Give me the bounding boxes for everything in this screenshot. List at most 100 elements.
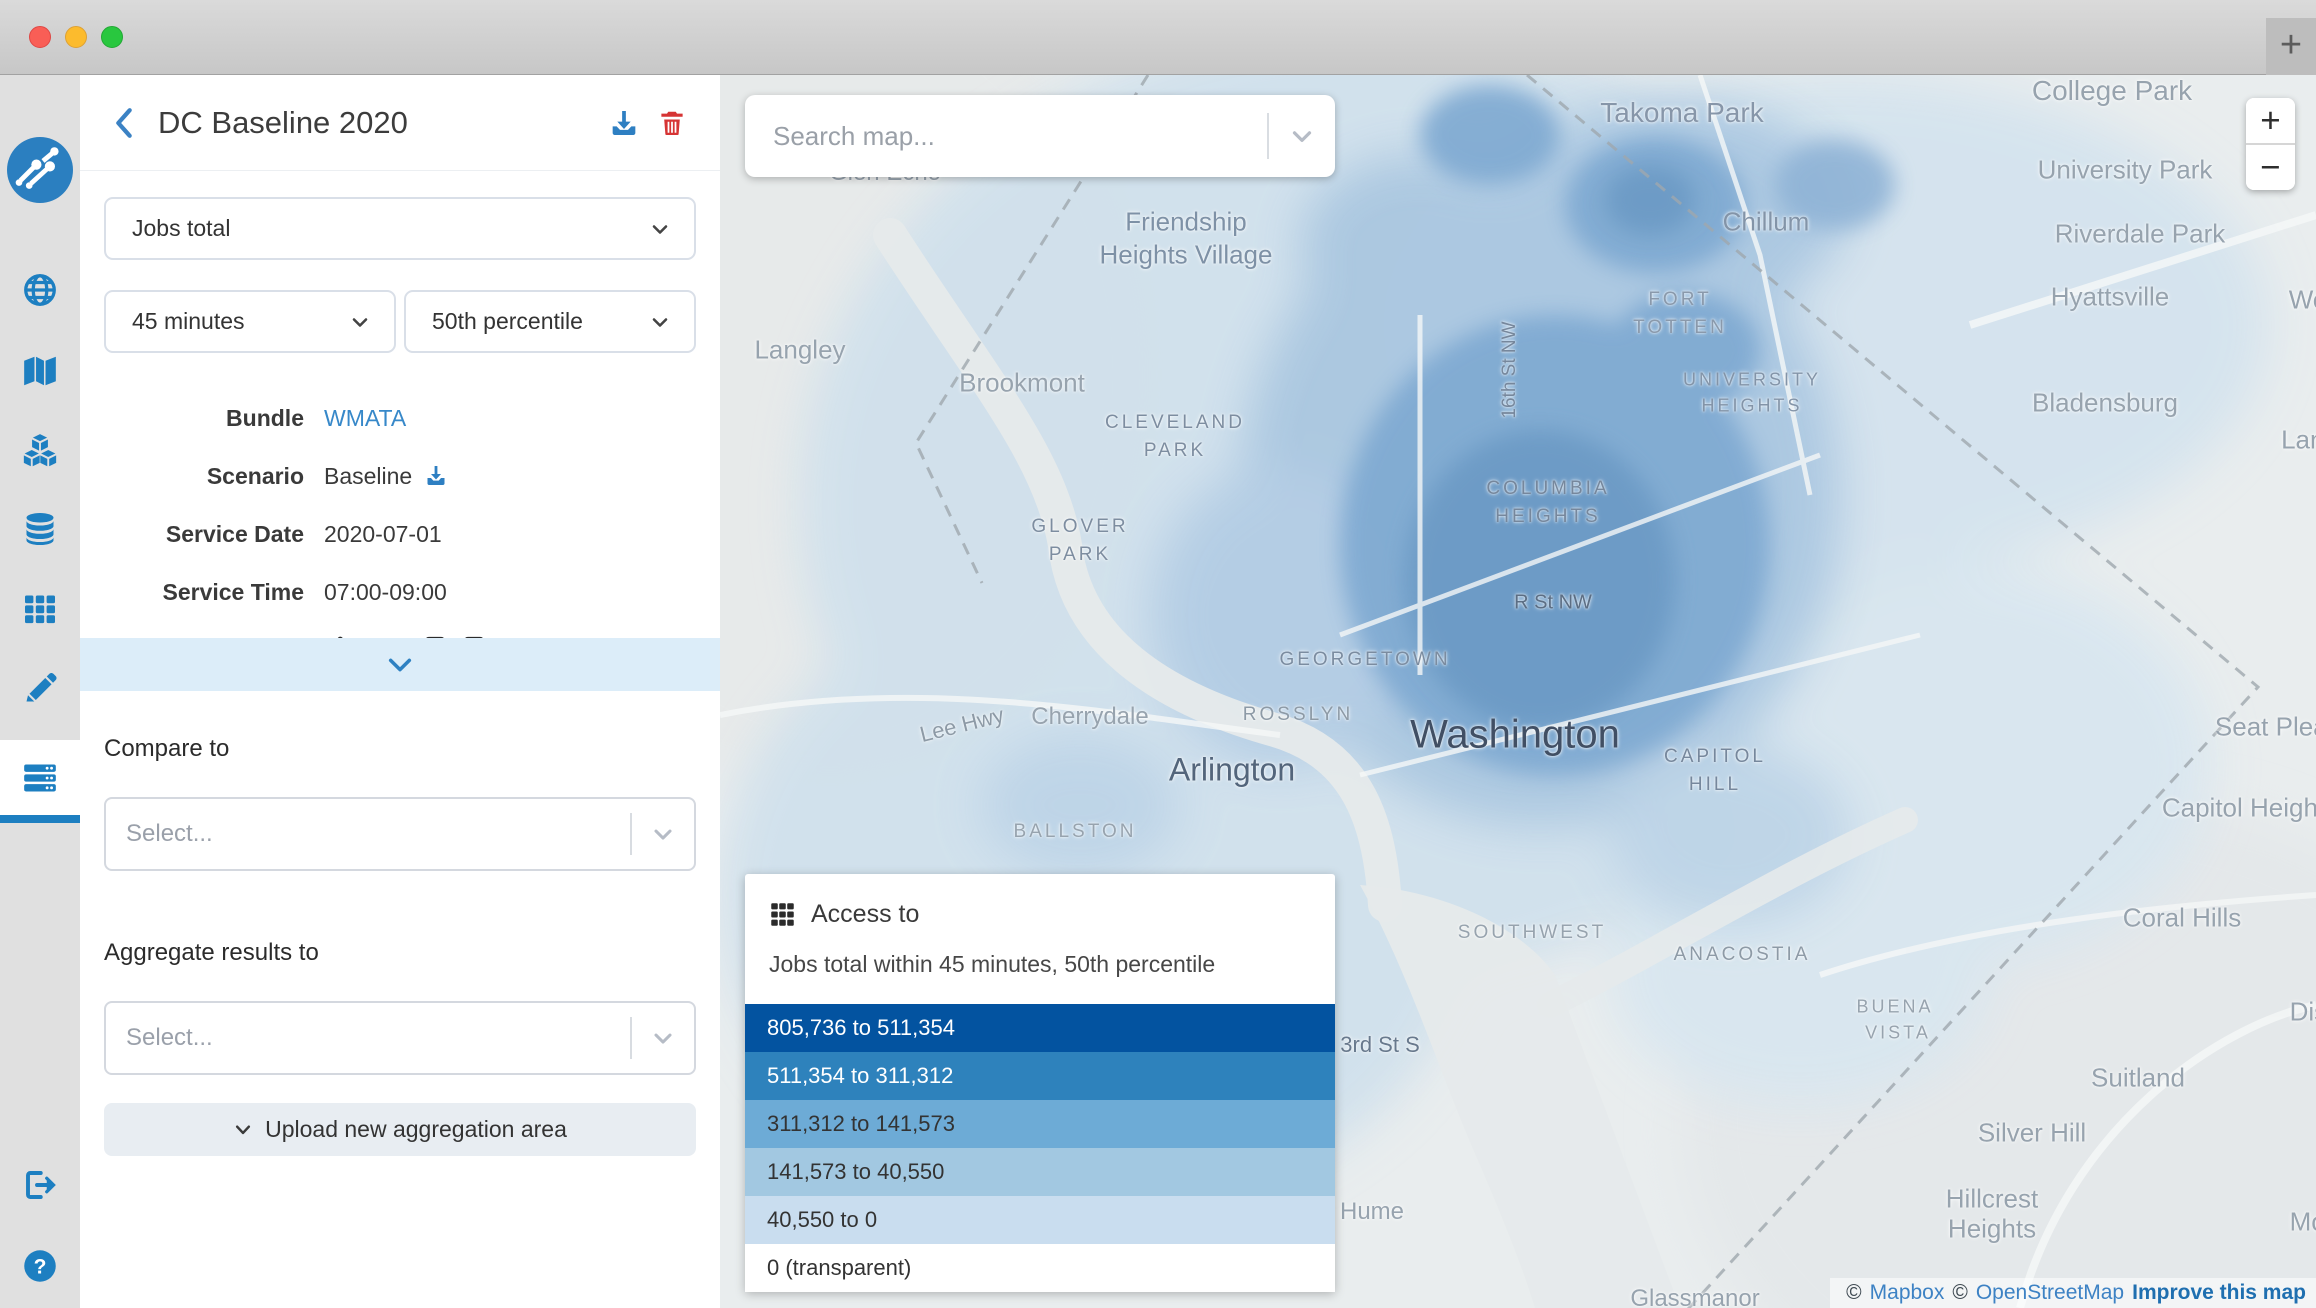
expand-details-button[interactable]: [80, 638, 720, 691]
map-label: Riverdale Park: [2055, 219, 2226, 250]
scenario-label: Scenario: [104, 463, 304, 490]
upload-aggregation-area-button[interactable]: Upload new aggregation area: [104, 1103, 696, 1156]
map-label: Suitland: [2091, 1063, 2185, 1094]
openstreetmap-link[interactable]: OpenStreetMap: [1976, 1281, 2124, 1305]
chevron-down-icon[interactable]: [1269, 121, 1335, 151]
map-label: BALLSTON: [1014, 821, 1137, 843]
map-zoom-control: + −: [2246, 98, 2295, 190]
compare-to-label: Compare to: [104, 735, 696, 763]
fullscreen-window-button[interactable]: [101, 26, 123, 48]
map-label: Friendship: [1125, 207, 1246, 238]
map-label: Langley: [754, 335, 845, 366]
map-label: GEORGETOWN: [1279, 649, 1450, 671]
minimize-window-button[interactable]: [65, 26, 87, 48]
opportunity-dataset-value: Jobs total: [106, 215, 648, 242]
search-input[interactable]: [745, 121, 1267, 152]
conveyal-logo-icon[interactable]: [0, 133, 80, 207]
upload-button-label: Upload new aggregation area: [265, 1116, 567, 1143]
legend-subtitle: Jobs total within 45 minutes, 50th perce…: [769, 951, 1311, 978]
aggregate-results-select[interactable]: Select...: [104, 1001, 696, 1075]
map-label: PARK: [1049, 544, 1111, 566]
datasets-database-icon[interactable]: [0, 507, 80, 551]
bundle-link[interactable]: WMATA: [324, 405, 406, 432]
map-label: Chillum: [1723, 207, 1810, 238]
map-label: Mor: [2290, 1207, 2316, 1238]
chevron-down-icon: [632, 820, 694, 848]
map-label: CAPITOL: [1664, 746, 1766, 768]
map-label: Arlington: [1169, 752, 1295, 789]
map-label: Heights: [1948, 1214, 2036, 1245]
map-label: TOTTEN: [1633, 317, 1727, 339]
help-icon[interactable]: ?: [0, 1244, 80, 1288]
compare-to-select[interactable]: Select...: [104, 797, 696, 871]
networks-cubes-icon[interactable]: [0, 428, 80, 472]
back-button[interactable]: [104, 103, 144, 143]
close-window-button[interactable]: [29, 26, 51, 48]
map-label: Silver Hill: [1978, 1118, 2086, 1149]
compare-to-placeholder: Select...: [106, 820, 630, 848]
legend-class-row: 311,312 to 141,573: [745, 1100, 1335, 1148]
opportunity-dataset-select[interactable]: Jobs total: [104, 197, 696, 260]
mapbox-link[interactable]: Mapbox: [1870, 1281, 1945, 1305]
active-item-indicator: [0, 815, 80, 823]
map-label: PARK: [1144, 440, 1206, 462]
improve-map-link[interactable]: Improve this map: [2132, 1281, 2306, 1305]
map-label: 3rd St S: [1340, 1032, 1419, 1058]
new-tab-button[interactable]: +: [2266, 18, 2316, 75]
map-label: VISTA: [1865, 1023, 1931, 1044]
map-label: Brookmont: [959, 368, 1085, 399]
map-label: Hume: [1340, 1198, 1404, 1226]
chevron-down-icon: [386, 653, 414, 677]
detail-row-service-time: Service Time 07:00-09:00: [104, 563, 696, 621]
zoom-in-button[interactable]: +: [2246, 98, 2295, 143]
grid-icon: [769, 901, 796, 928]
opportunities-grid-icon[interactable]: [0, 587, 80, 631]
map-label: FORT: [1648, 289, 1711, 311]
analysis-details: Bundle WMATA Scenario Baseline Service D…: [104, 389, 696, 679]
legend-class-row: 141,573 to 40,550: [745, 1148, 1335, 1196]
download-scenario-icon[interactable]: [424, 464, 448, 488]
map-label: UNIVERSITY: [1683, 370, 1821, 391]
map-label: ANACOSTIA: [1674, 944, 1811, 966]
delete-analysis-button[interactable]: [648, 103, 696, 143]
map-label: BUENA: [1856, 997, 1933, 1018]
map-label: Heights Village: [1100, 240, 1273, 271]
chevron-down-icon: [632, 1024, 694, 1052]
zoom-out-button[interactable]: −: [2246, 145, 2295, 190]
service-time-value: 07:00-09:00: [324, 579, 447, 606]
chevron-down-icon: [348, 310, 394, 334]
chevron-down-icon: [648, 310, 694, 334]
map-label: ROSSLYN: [1243, 704, 1353, 726]
legend-class-row: 40,550 to 0: [745, 1196, 1335, 1244]
map-search-box: [745, 95, 1335, 177]
logout-icon[interactable]: [0, 1163, 80, 1207]
map-label: Glassmanor: [1630, 1285, 1759, 1308]
map-label: HEIGHTS: [1495, 506, 1600, 528]
map-label: We: [2289, 285, 2316, 316]
percentile-select[interactable]: 50th percentile: [404, 290, 696, 353]
map-label: Bladensburg: [2032, 388, 2178, 419]
legend-class-row: 805,736 to 511,354: [745, 1004, 1335, 1052]
map-label: CLEVELAND: [1105, 412, 1245, 434]
map-label: GLOVER: [1031, 516, 1128, 538]
projects-map-icon[interactable]: [0, 349, 80, 393]
map-label: Coral Hills: [2123, 903, 2241, 934]
panel-header: DC Baseline 2020: [80, 75, 720, 171]
edit-pencil-icon[interactable]: [0, 666, 80, 710]
scenario-value: Baseline: [324, 463, 448, 490]
regions-globe-icon[interactable]: [0, 268, 80, 312]
detail-row-service-date: Service Date 2020-07-01: [104, 505, 696, 563]
cutoff-minutes-select[interactable]: 45 minutes: [104, 290, 396, 353]
map-canvas[interactable]: Glen EchoTakoma ParkCollege ParkUniversi…: [720, 75, 2316, 1308]
map-label: HILL: [1689, 774, 1741, 796]
svg-text:?: ?: [34, 1256, 47, 1279]
download-results-button[interactable]: [600, 103, 648, 143]
regional-analyses-active-item[interactable]: [0, 740, 80, 815]
cutoff-minutes-value: 45 minutes: [106, 308, 348, 335]
map-label: HEIGHTS: [1701, 396, 1802, 417]
access-legend: Access to Jobs total within 45 minutes, …: [745, 874, 1335, 1292]
map-attribution: © Mapbox © OpenStreetMap Improve this ma…: [1830, 1278, 2316, 1308]
map-label: Seat Pleasa: [2215, 712, 2316, 743]
map-label: Capitol Heights: [2162, 793, 2316, 824]
macos-titlebar: +: [0, 0, 2316, 75]
